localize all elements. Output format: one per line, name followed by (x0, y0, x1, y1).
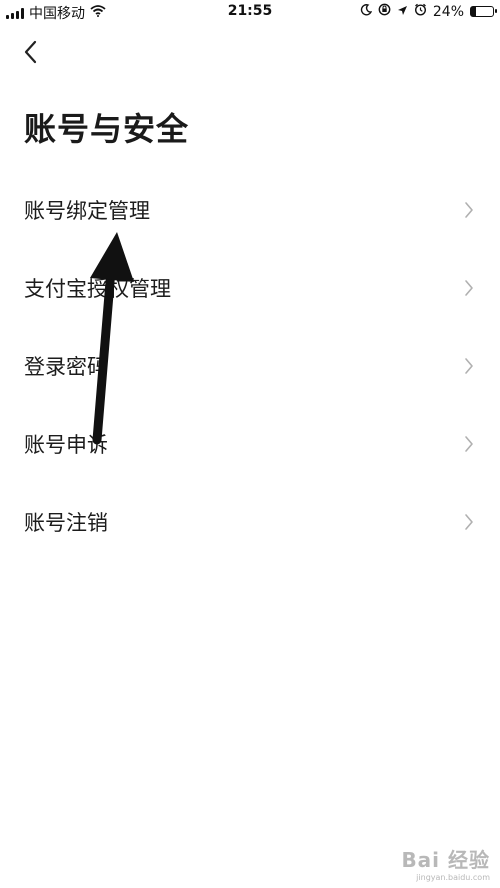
settings-menu-list: 账号绑定管理 支付宝授权管理 登录密码 账号申诉 账号注销 (0, 171, 500, 561)
chevron-right-icon (465, 514, 473, 530)
battery-level (471, 7, 477, 16)
menu-item-label: 账号申诉 (24, 433, 108, 457)
menu-item-alipay-authorization[interactable]: 支付宝授权管理 (0, 249, 500, 327)
chevron-right-icon (465, 202, 473, 218)
status-bar-right: 24% (360, 3, 497, 20)
battery-percent: 24% (432, 3, 464, 20)
watermark-brand: Bai 经验 (401, 848, 490, 872)
menu-item-label: 登录密码 (24, 355, 108, 379)
menu-item-account-binding[interactable]: 账号绑定管理 (0, 171, 500, 249)
menu-item-login-password[interactable]: 登录密码 (0, 327, 500, 405)
location-icon (397, 4, 408, 20)
menu-item-label: 账号注销 (24, 511, 108, 535)
page-title: 账号与安全 (24, 110, 190, 148)
chevron-right-icon (465, 436, 473, 452)
battery-icon (470, 6, 497, 17)
status-bar: 中国移动 21:55 24% (0, 0, 500, 24)
menu-item-label: 支付宝授权管理 (24, 277, 171, 301)
menu-item-account-appeal[interactable]: 账号申诉 (0, 405, 500, 483)
menu-item-account-cancellation[interactable]: 账号注销 (0, 483, 500, 561)
moon-icon (360, 3, 373, 20)
chevron-left-icon (24, 40, 37, 64)
back-button[interactable] (16, 36, 48, 68)
watermark: Bai 经验 jingyan.baidu.com (401, 844, 490, 882)
chevron-right-icon (465, 280, 473, 296)
orientation-lock-icon (378, 3, 391, 20)
alarm-icon (414, 3, 427, 20)
menu-item-label: 账号绑定管理 (24, 199, 150, 223)
watermark-url: jingyan.baidu.com (416, 873, 490, 882)
chevron-right-icon (465, 358, 473, 374)
